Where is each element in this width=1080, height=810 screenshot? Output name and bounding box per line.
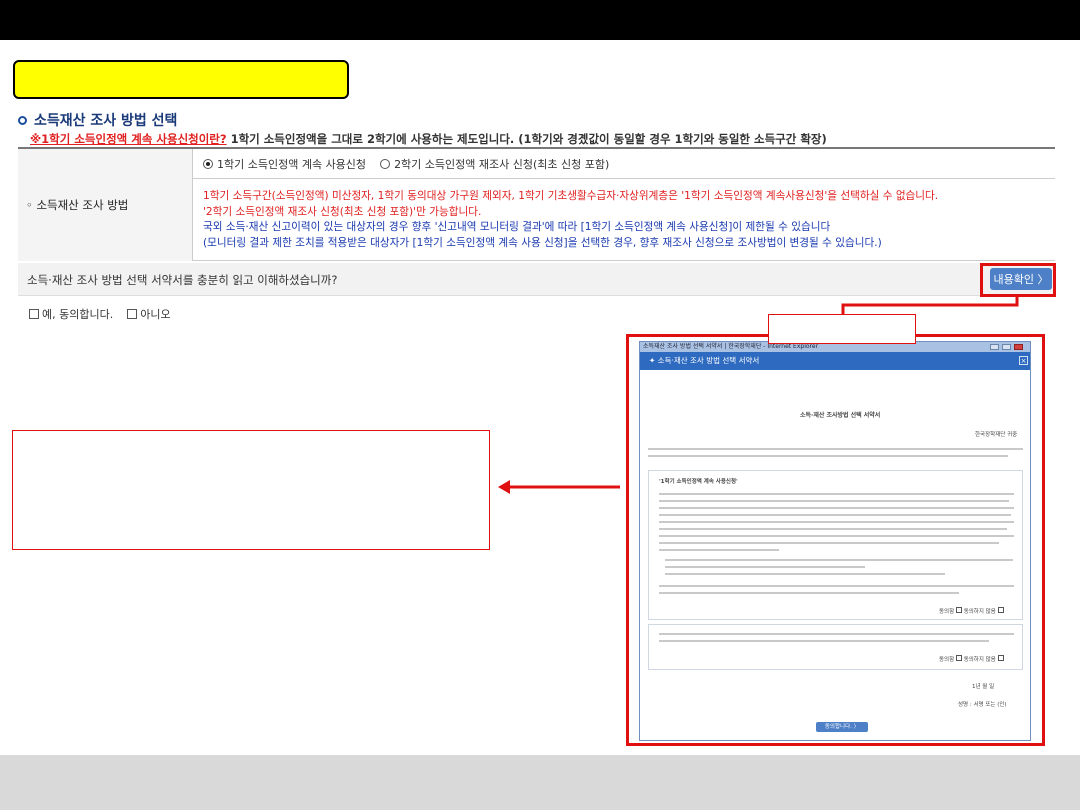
disagree-label: 동의하지 않음 [963,657,996,663]
maximize-icon[interactable] [1002,344,1011,350]
date-line: 1년 월 일 [972,684,995,690]
text-line [648,455,1008,457]
popup-header: ✦ 소득·재산 조사 방법 선택 서약서 [640,352,1030,370]
text-line [665,573,945,575]
doc-org: 한국장학재단 귀중 [975,432,1018,438]
doc-title: 소득·재산 조사방법 선택 서약서 [800,412,881,419]
pledge-popup-window: 소득재산 조사 방법 선택 서약서 | 한국장학재단 - Internet Ex… [639,341,1031,741]
text-line [659,640,989,642]
text-line [659,633,1014,635]
text-line [659,500,1009,502]
text-line [659,592,959,594]
text-line [659,507,1014,509]
pledge-box-1: '1학기 소득인정액 계속 사용신청' 동의함 동의하지 않음 [648,470,1023,620]
text-line [659,535,1014,537]
popup-agree-button[interactable]: 동의합니다. 〉 [816,722,868,732]
agree-checkbox[interactable] [955,655,962,661]
signature-line: 성명 : 서명 또는 (인) [958,702,1007,708]
disagree-label: 동의하지 않음 [963,609,996,615]
text-line [665,566,865,568]
agree-label: 동의함 [939,609,955,615]
agree-row-2: 동의함 동의하지 않음 [939,655,1004,663]
footer-gray-band [0,755,1080,810]
agree-row-1: 동의함 동의하지 않음 [939,607,1004,615]
text-line [659,549,779,551]
agree-checkbox[interactable] [955,607,962,613]
text-line [659,493,1014,495]
window-close-icon[interactable] [1014,344,1023,350]
annotation-empty-box [12,430,490,550]
text-line [659,542,999,544]
text-line [659,585,1014,587]
pledge-box-2: 동의함 동의하지 않음 [648,624,1023,670]
popup-close-icon[interactable]: × [1019,356,1028,365]
text-line [665,559,1013,561]
agree-label: 동의함 [939,657,955,663]
disagree-checkbox[interactable] [997,607,1004,613]
arrow-left-to-box [498,480,620,494]
disagree-checkbox[interactable] [997,655,1004,661]
text-line [659,528,1007,530]
box-title: '1학기 소득인정액 계속 사용신청' [659,479,738,485]
text-line [659,514,1011,516]
text-line [648,448,1023,450]
popup-caption-box [768,314,916,344]
minimize-icon[interactable] [990,344,999,350]
text-line [659,521,1014,523]
